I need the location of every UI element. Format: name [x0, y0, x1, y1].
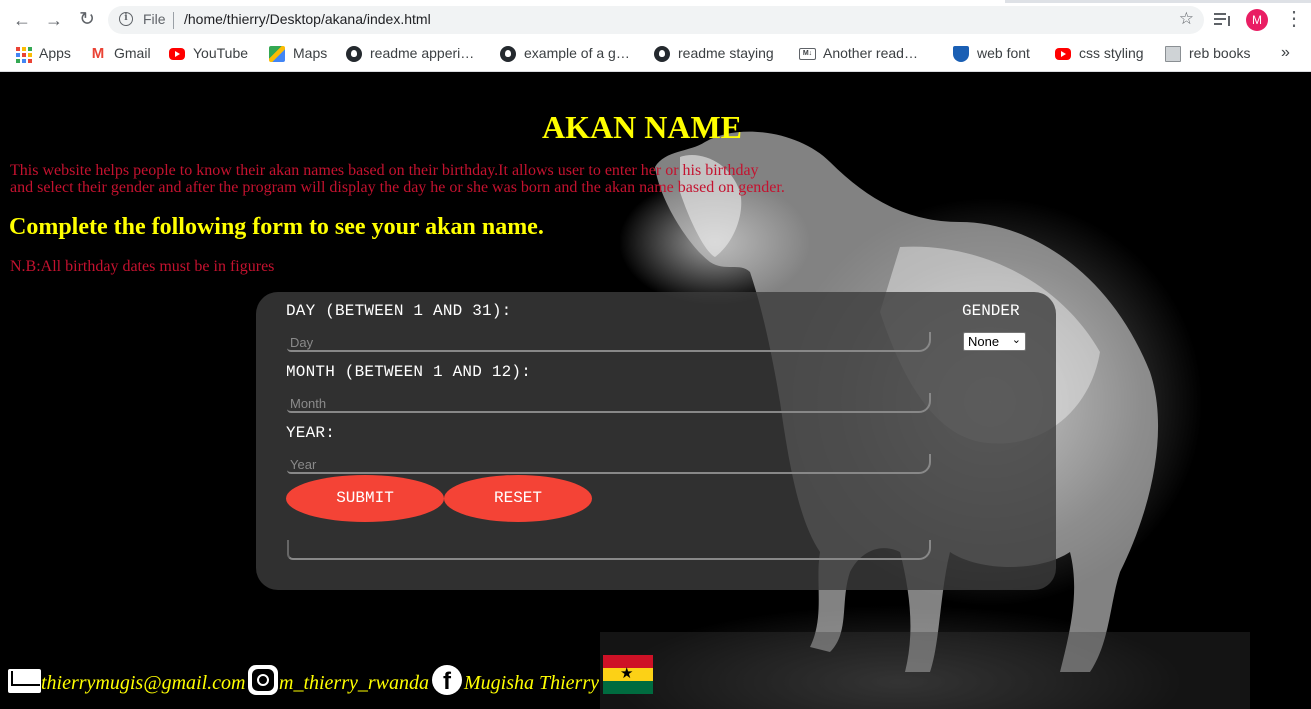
- akan-form: DAY (BETWEEN 1 AND 31): MONTH (BETWEEN 1…: [256, 292, 1056, 590]
- markdown-icon: M↓: [799, 48, 816, 60]
- day-input[interactable]: [287, 332, 931, 352]
- bookmark-label: web font: [977, 45, 1030, 61]
- address-separator: [173, 12, 174, 29]
- gender-selected-value: None: [968, 334, 1000, 349]
- form-heading: Complete the following form to see your …: [9, 214, 544, 240]
- address-bar[interactable]: i File /home/thierry/Desktop/akana/index…: [108, 6, 1204, 34]
- result-output: [287, 540, 931, 560]
- active-tab-edge: [0, 0, 1005, 3]
- gmail-icon: M: [91, 45, 105, 62]
- youtube-icon: [169, 48, 185, 60]
- reset-button[interactable]: RESET: [444, 475, 592, 522]
- bookmark-label: example of a g…: [524, 45, 630, 61]
- email-link[interactable]: thierrymugis@gmail.com: [41, 672, 246, 695]
- bookmark-label: Apps: [39, 45, 71, 61]
- scheme-label: File: [143, 11, 166, 27]
- page-title: AKAN NAME: [542, 109, 742, 145]
- gender-select[interactable]: None ⌄: [963, 332, 1026, 351]
- browser-menu-icon[interactable]: ⋮: [1284, 6, 1304, 34]
- day-label: DAY (BETWEEN 1 AND 31):: [286, 302, 512, 320]
- submit-button[interactable]: SUBMIT: [286, 475, 444, 522]
- forward-arrow-icon[interactable]: →: [42, 8, 66, 32]
- media-queue-icon[interactable]: [1214, 10, 1232, 28]
- bookmark-star-icon[interactable]: ☆: [1179, 9, 1194, 29]
- bookmarks-bar: Apps M Gmail YouTube Maps readme apperi……: [0, 40, 1311, 68]
- facebook-link[interactable]: Mugisha Thierry: [464, 672, 599, 695]
- intro-description: This website helps people to know their …: [10, 162, 785, 196]
- flag-star-icon: ★: [620, 666, 634, 682]
- bookmark-label: readme apperi…: [370, 45, 475, 61]
- tab-strip: [0, 0, 1311, 3]
- year-label: YEAR:: [286, 424, 336, 442]
- apps-grid-icon: [15, 46, 32, 63]
- reload-icon[interactable]: ↻: [75, 8, 99, 32]
- gender-label: GENDER: [962, 302, 1020, 320]
- footer-contacts: thierrymugis@gmail.com m_thierry_rwanda …: [8, 655, 708, 695]
- profile-avatar[interactable]: M: [1246, 9, 1268, 31]
- description-line-2: and select their gender and after the pr…: [10, 179, 785, 196]
- youtube-icon: [1055, 48, 1071, 60]
- info-icon[interactable]: i: [119, 12, 133, 26]
- book-icon: [1165, 46, 1181, 62]
- month-input[interactable]: [287, 393, 931, 413]
- shield-icon: [953, 46, 969, 62]
- page-body: AKAN NAME This website helps people to k…: [0, 72, 1311, 709]
- chevron-down-icon: ⌄: [1011, 334, 1021, 346]
- url-text[interactable]: /home/thierry/Desktop/akana/index.html: [184, 11, 431, 27]
- month-label: MONTH (BETWEEN 1 AND 12):: [286, 363, 532, 381]
- back-arrow-icon[interactable]: ←: [10, 8, 34, 32]
- facebook-icon: f: [432, 665, 462, 695]
- bookmark-label: css styling: [1079, 45, 1144, 61]
- maps-icon: [269, 46, 285, 62]
- bookmark-label: Another read…: [823, 45, 918, 61]
- more-bookmarks-chevron-icon[interactable]: »: [1281, 44, 1290, 62]
- github-icon: [346, 46, 362, 62]
- instagram-icon: [248, 665, 278, 695]
- instagram-link[interactable]: m_thierry_rwanda: [279, 672, 429, 695]
- github-icon: [654, 46, 670, 62]
- ghana-flag-image: ★: [603, 655, 653, 694]
- year-input[interactable]: [287, 454, 931, 474]
- bookmark-label: readme staying: [678, 45, 774, 61]
- bookmark-label: reb books: [1189, 45, 1251, 61]
- bookmark-label: Maps: [293, 45, 328, 61]
- bookmark-label: Gmail: [114, 45, 151, 61]
- bookmark-label: YouTube: [193, 45, 249, 61]
- description-line-1: This website helps people to know their …: [10, 162, 759, 179]
- format-note: N.B:All birthday dates must be in figure…: [10, 258, 275, 275]
- mail-icon: [8, 669, 41, 693]
- browser-chrome: ← → ↻ i File /home/thierry/Desktop/akana…: [0, 0, 1311, 72]
- github-icon: [500, 46, 516, 62]
